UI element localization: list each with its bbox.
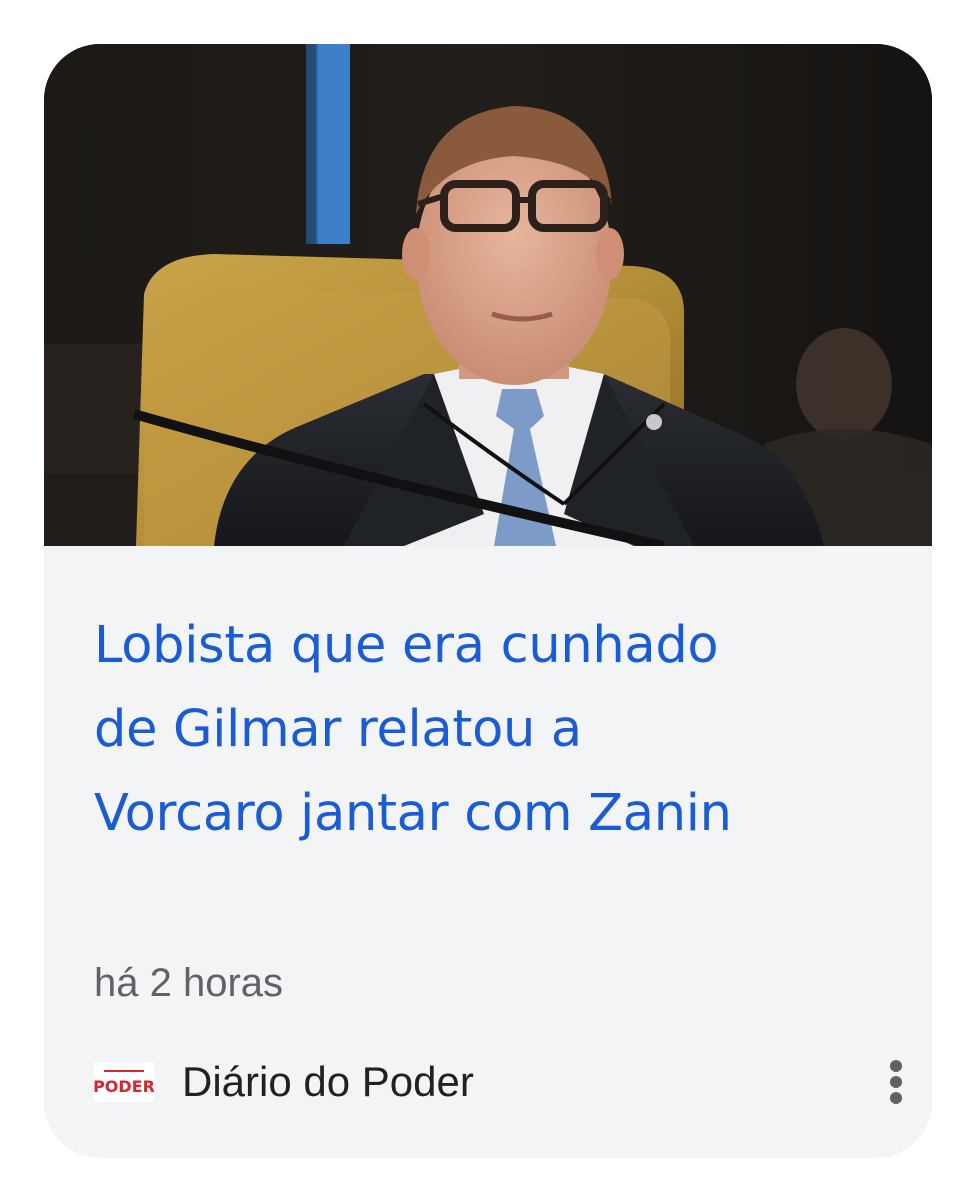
menu-dot (890, 1060, 902, 1072)
source-row: PODER Diário do Poder (94, 1050, 914, 1114)
article-photo (44, 44, 932, 546)
menu-dot (890, 1076, 902, 1088)
published-time: há 2 horas (94, 961, 284, 1005)
menu-dot (890, 1092, 902, 1104)
headline-line: Vorcaro jantar com Zanin (94, 784, 732, 843)
headline-line: Lobista que era cunhado (94, 616, 719, 675)
source-name: Diário do Poder (182, 1058, 474, 1105)
article-thumbnail[interactable] (44, 44, 932, 546)
article-headline[interactable]: Lobista que era cunhado de Gilmar relato… (94, 604, 894, 856)
more-vert-icon[interactable] (864, 1050, 928, 1114)
source-logo: PODER (94, 1062, 154, 1102)
news-card[interactable]: Lobista que era cunhado de Gilmar relato… (44, 44, 932, 1158)
headline-line: de Gilmar relatou a (94, 700, 582, 759)
source-logo-text: PODER (94, 1077, 154, 1096)
